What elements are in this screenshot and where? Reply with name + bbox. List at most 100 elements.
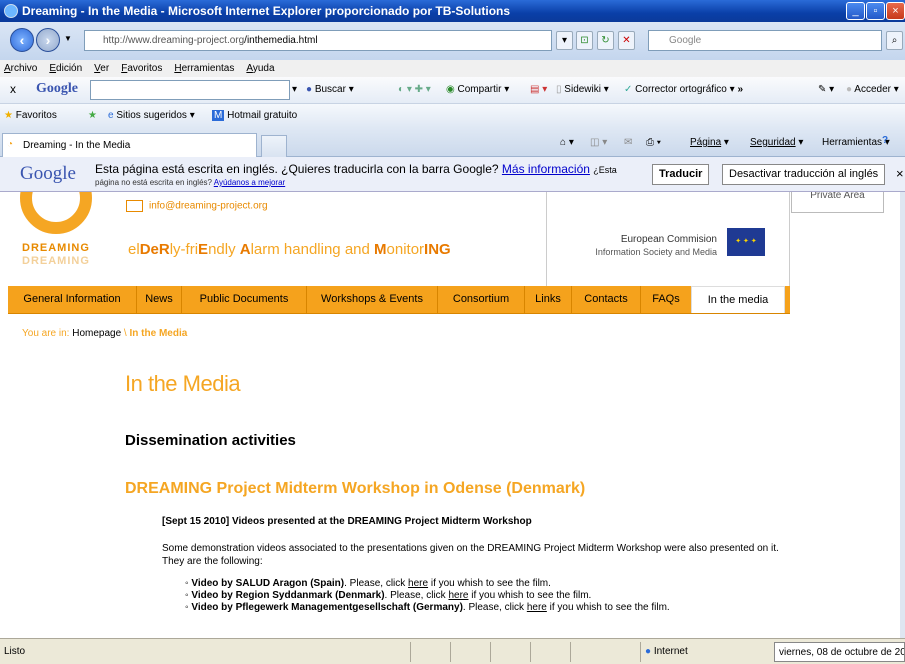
address-dropdown-icon[interactable]: ▾ bbox=[556, 31, 573, 50]
translate-close-button[interactable]: × bbox=[896, 166, 904, 181]
address-input[interactable]: http://www.dreaming-project.org/inthemed… bbox=[84, 30, 552, 51]
tagline-part: M bbox=[374, 241, 387, 258]
mail-icon[interactable]: ✉ bbox=[624, 137, 632, 148]
email-link[interactable]: info@dreaming-project.org bbox=[126, 200, 268, 212]
breadcrumb-home[interactable]: Homepage bbox=[72, 328, 121, 339]
ie-page-icon: e bbox=[108, 110, 114, 121]
status-bar: Listo ● Internet viernes, 08 de octubre … bbox=[0, 638, 905, 664]
tab-dreaming[interactable]: ◔ Dreaming - In the Media bbox=[2, 133, 257, 157]
acceder-button[interactable]: ● Acceder ▾ bbox=[846, 84, 899, 95]
section-heading: Dissemination activities bbox=[125, 432, 296, 449]
video-title: Video by SALUD Aragon (Spain) bbox=[191, 578, 345, 589]
nav-faqs[interactable]: FAQs bbox=[641, 286, 691, 313]
eu-line2: Information Society and Media bbox=[595, 247, 717, 257]
refresh-icon[interactable]: ↻ bbox=[597, 31, 614, 50]
nav-consortium[interactable]: Consortium bbox=[438, 286, 524, 313]
google-logo: Google bbox=[20, 163, 76, 184]
forward-button[interactable]: › bbox=[36, 28, 60, 52]
add-favorite-icon[interactable]: ★ bbox=[88, 110, 97, 121]
menu-edicion[interactable]: Edición bbox=[49, 63, 82, 74]
menu-herramientas[interactable]: Herramientas bbox=[174, 63, 234, 74]
favorites-bar: ★ Favoritos ★ e Sitios sugeridos ▾ M Hot… bbox=[0, 104, 905, 128]
signin-icon: ● bbox=[846, 84, 853, 95]
herramientas-label: Herramientas bbox=[822, 137, 883, 148]
tagline-part: E bbox=[198, 241, 209, 258]
acceder-label: Acceder bbox=[854, 84, 891, 95]
wrench-icon[interactable]: ✎ ▾ bbox=[818, 84, 834, 95]
more-info-link[interactable]: Más información bbox=[502, 162, 590, 176]
nav-general-information[interactable]: General Information bbox=[8, 286, 136, 313]
feeds-icon[interactable]: ◫ ▾ bbox=[590, 137, 607, 148]
event-title: DREAMING Project Midterm Workshop in Ode… bbox=[125, 480, 586, 497]
window-title-bar[interactable]: Dreaming - In the Media - Microsoft Inte… bbox=[0, 0, 905, 22]
tagline-part: A bbox=[239, 241, 251, 258]
video-title: Video by Region Syddanmark (Denmark) bbox=[191, 590, 385, 601]
star-icon: ★ bbox=[4, 110, 13, 121]
favoritos-button[interactable]: ★ Favoritos bbox=[4, 110, 57, 121]
pagerank-icon[interactable]: ◐ ▾ ✚ ▾ bbox=[398, 84, 431, 95]
status-text: Listo bbox=[4, 646, 26, 657]
buscar-button[interactable]: ● Buscar ▾ bbox=[306, 84, 354, 95]
nav-links[interactable]: Links bbox=[525, 286, 571, 313]
new-tab-button[interactable] bbox=[261, 135, 287, 157]
logo-reflection: DREAMING bbox=[22, 255, 90, 267]
vertical-scrollbar[interactable] bbox=[900, 192, 905, 638]
compatibility-icon[interactable]: ⊡ bbox=[576, 31, 593, 50]
minimize-button[interactable]: _ bbox=[846, 2, 865, 20]
menu-ayuda[interactable]: Ayuda bbox=[246, 63, 274, 74]
list-item: ◦ Video by Pflegewerk Managementgesellsc… bbox=[185, 602, 670, 613]
toolbar-close-button[interactable]: x bbox=[10, 82, 16, 96]
private-area-button[interactable]: Private Area bbox=[791, 192, 884, 213]
menu-favoritos[interactable]: Favoritos bbox=[121, 63, 162, 74]
maximize-button[interactable]: ▫ bbox=[866, 2, 885, 20]
news-paragraph: Some demonstration videos associated to … bbox=[162, 543, 779, 567]
back-button[interactable]: ‹ bbox=[10, 28, 34, 52]
video-link[interactable]: here bbox=[527, 602, 547, 613]
pagina-label: Página bbox=[690, 137, 722, 148]
video-text: if you whish to see the film. bbox=[428, 578, 551, 589]
translate-button[interactable]: Traducir bbox=[652, 164, 710, 185]
video-text: . Please, click bbox=[462, 602, 527, 613]
sitios-sugeridos-button[interactable]: e Sitios sugeridos ▾ bbox=[108, 110, 195, 121]
seguridad-menu[interactable]: Seguridad ▾ bbox=[750, 137, 803, 148]
close-window-button[interactable]: × bbox=[886, 2, 905, 20]
tagline-part: ndly bbox=[208, 241, 240, 258]
hotmail-link[interactable]: M Hotmail gratuito bbox=[212, 110, 297, 121]
recent-pages-icon[interactable]: ▼ bbox=[64, 34, 72, 43]
nav-in-the-media[interactable]: In the media bbox=[691, 286, 785, 313]
menu-ver[interactable]: Ver bbox=[94, 63, 109, 74]
nav-contacts[interactable]: Contacts bbox=[572, 286, 640, 313]
eu-banner: European Commision Information Society a… bbox=[546, 192, 790, 286]
disable-translation-button[interactable]: Desactivar traducción al inglés bbox=[722, 164, 886, 185]
search-icon[interactable]: ⌕ bbox=[886, 31, 903, 50]
translate-bar: Google Esta página está escrita en inglé… bbox=[0, 157, 905, 192]
google-search-input[interactable] bbox=[90, 80, 290, 100]
search-input[interactable]: Google bbox=[648, 30, 882, 51]
print-icon[interactable]: ⎙ ▾ bbox=[646, 137, 661, 148]
video-link[interactable]: here bbox=[408, 578, 428, 589]
compartir-button[interactable]: ◉ Compartir ▾ bbox=[446, 84, 509, 95]
nav-public-documents[interactable]: Public Documents bbox=[182, 286, 306, 313]
security-zone[interactable]: ● Internet bbox=[640, 642, 774, 662]
spellcheck-button[interactable]: ✓ Corrector ortográfico ▾ » bbox=[624, 84, 743, 95]
stop-icon[interactable]: ✕ bbox=[618, 31, 635, 50]
dreaming-logo[interactable]: DREAMING DREAMING bbox=[8, 192, 108, 284]
breadcrumb-prefix: You are in: bbox=[22, 328, 73, 339]
notes-icon[interactable]: ▤ ▾ bbox=[530, 84, 547, 95]
logo-text: DREAMING bbox=[22, 242, 90, 254]
sidewiki-button[interactable]: ▯ Sidewiki ▾ bbox=[556, 84, 609, 95]
help-icon[interactable]: ? bbox=[882, 135, 888, 146]
menu-archivo[interactable]: Archivo bbox=[4, 63, 37, 74]
nav-news[interactable]: News bbox=[137, 286, 181, 313]
herramientas-menu[interactable]: Herramientas ▾ bbox=[822, 137, 890, 148]
dropdown-icon[interactable]: ▾ bbox=[292, 84, 297, 95]
nav-workshops-events[interactable]: Workshops & Events bbox=[307, 286, 437, 313]
list-item: ◦ Video by Region Syddanmark (Denmark). … bbox=[185, 590, 592, 601]
help-improve-link[interactable]: Ayúdanos a mejorar bbox=[214, 178, 285, 187]
pagina-menu[interactable]: Página ▾ bbox=[690, 137, 729, 148]
video-title: Video by Pflegewerk Managementgesellscha… bbox=[191, 602, 463, 613]
video-link[interactable]: here bbox=[448, 590, 468, 601]
home-icon[interactable]: ⌂ ▾ bbox=[560, 137, 574, 148]
logo-ring bbox=[20, 192, 92, 234]
subtext-label: página no está escrita en inglés? bbox=[95, 178, 212, 187]
